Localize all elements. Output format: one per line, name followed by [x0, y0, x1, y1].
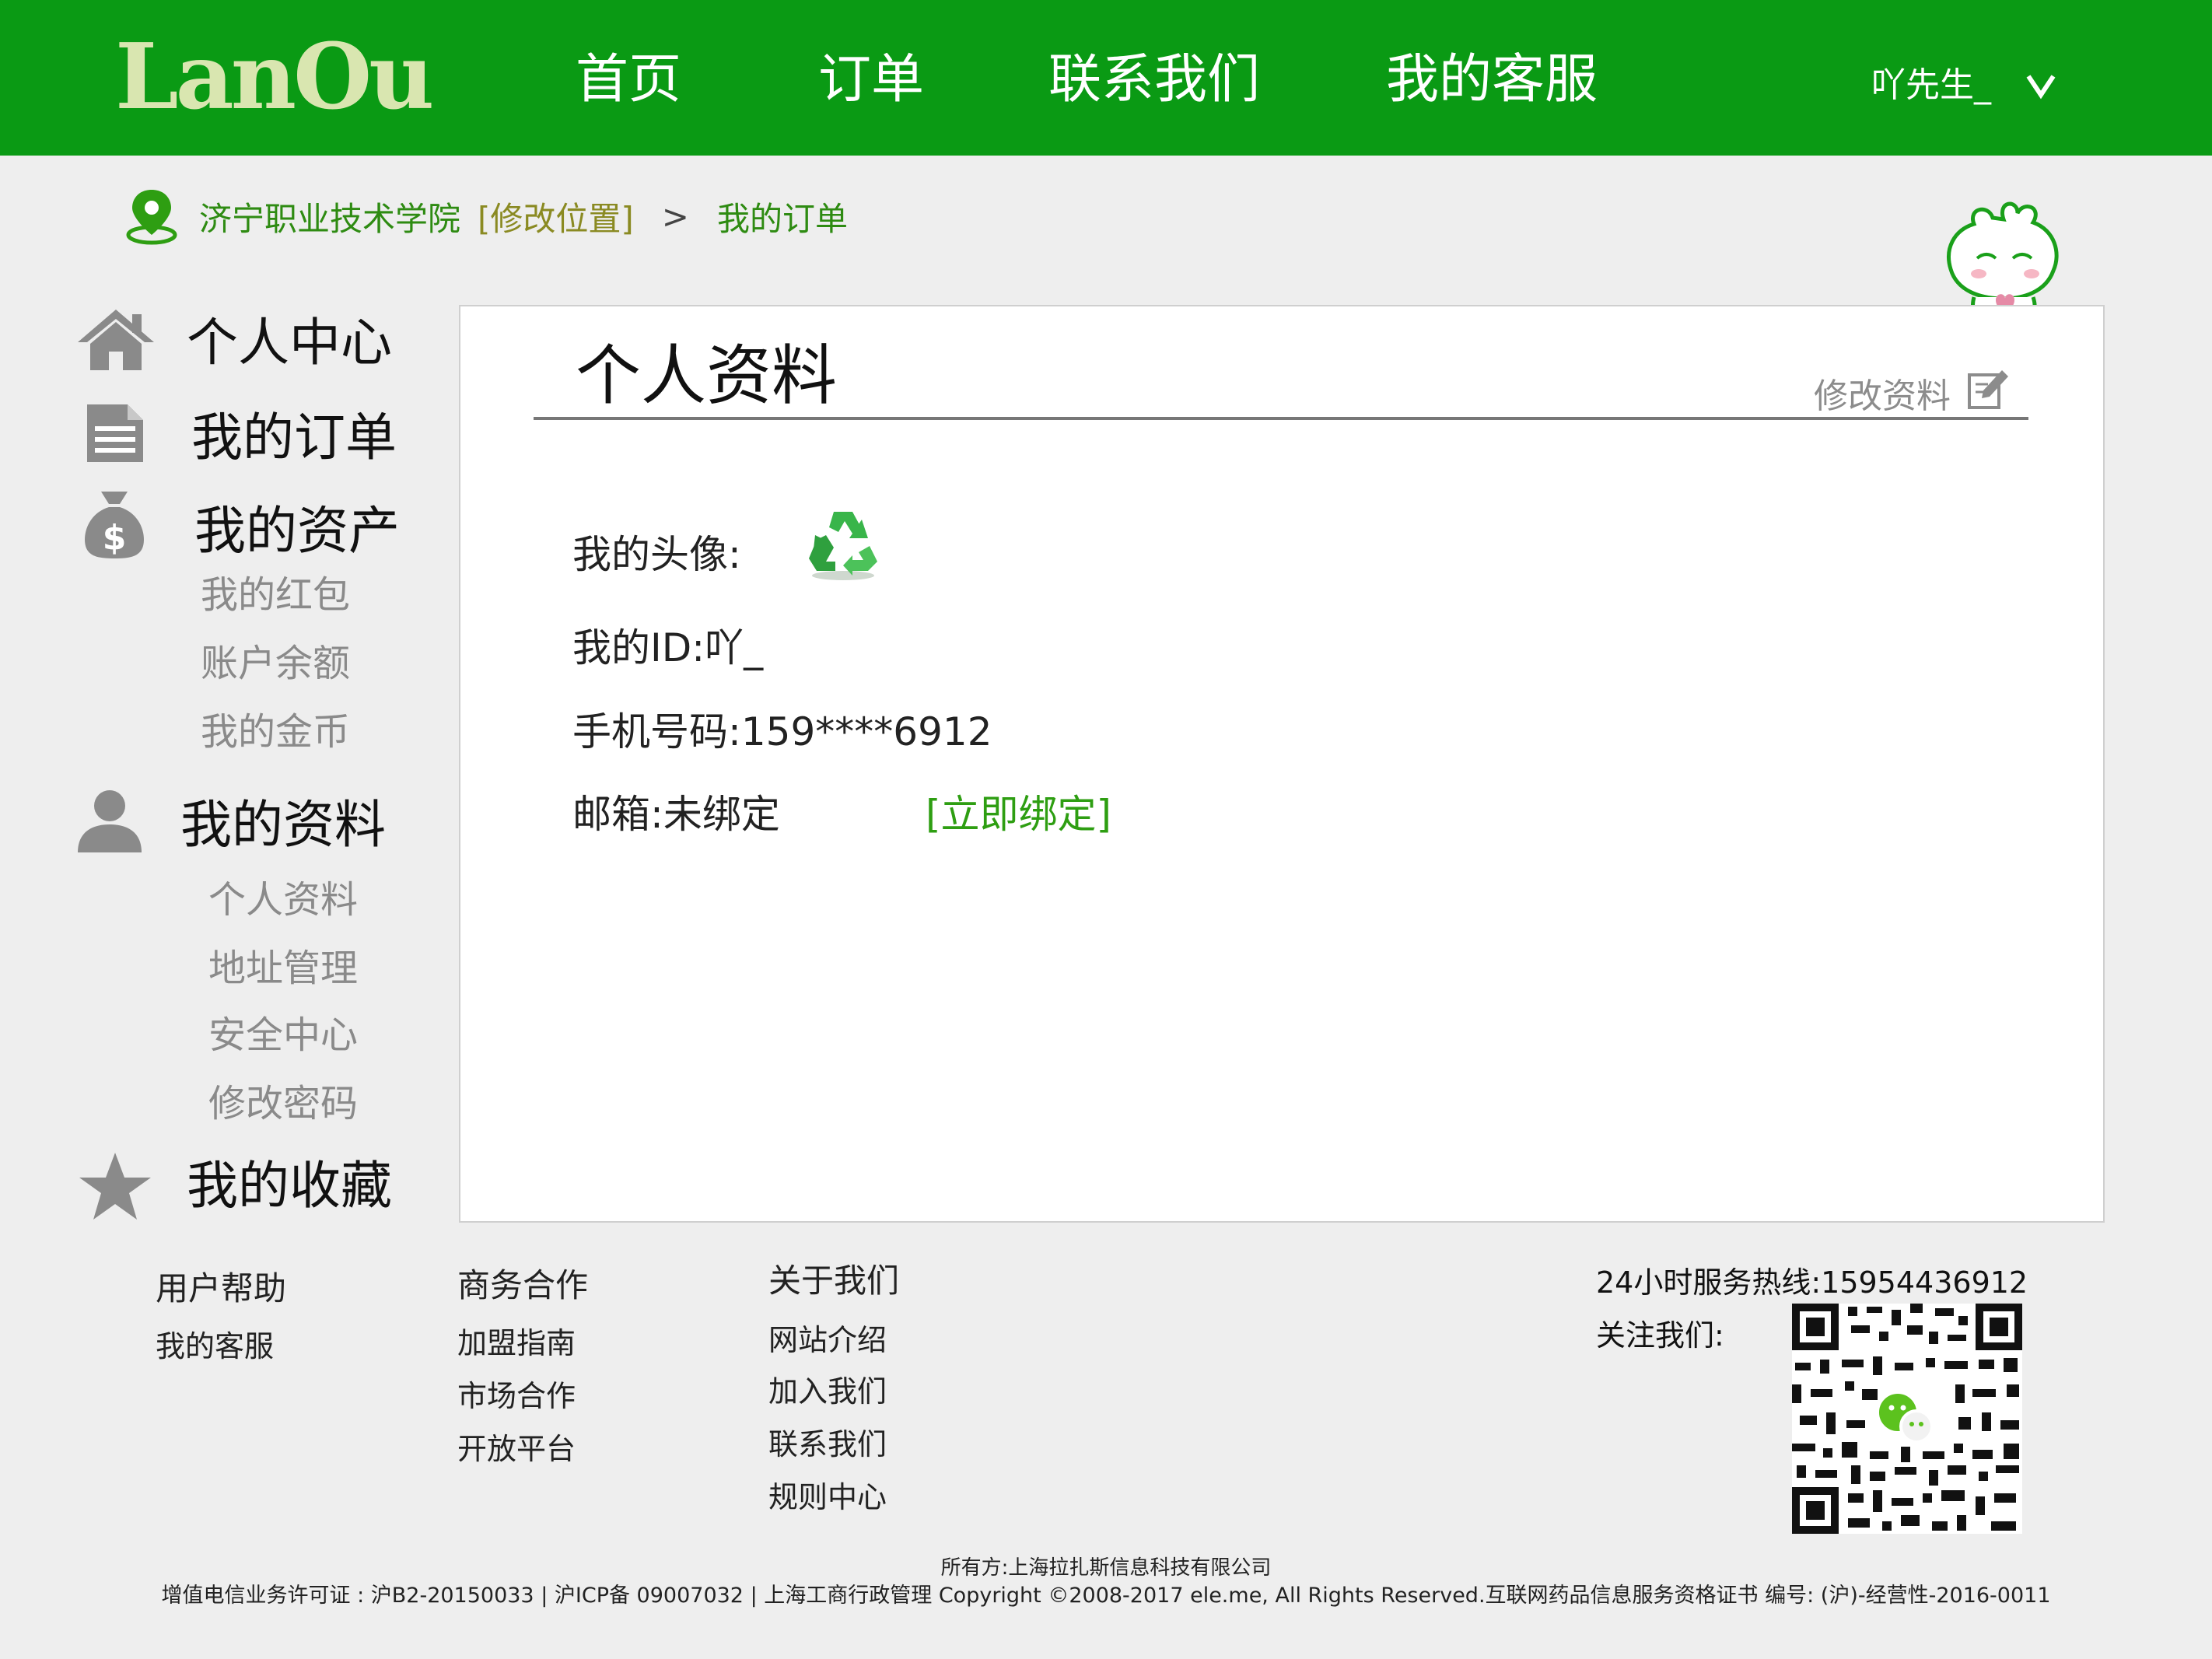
sidebar-my-assets[interactable]: 我的资产 — [194, 498, 400, 565]
user-id-label: 我的ID: — [572, 625, 705, 670]
house-icon — [76, 308, 156, 373]
footer-business-title: 商务合作 — [457, 1266, 589, 1304]
phone-label: 手机号码: — [572, 709, 741, 754]
phone-value: 159****6912 — [740, 709, 992, 754]
footer-link-market[interactable]: 市场合作 — [457, 1375, 576, 1417]
sidebar-item-security[interactable]: 安全中心 — [208, 1010, 358, 1061]
person-icon — [75, 789, 145, 856]
sidebar-my-profile[interactable]: 我的资料 — [180, 792, 386, 859]
qr-code-icon — [1792, 1304, 2022, 1537]
recycle-avatar-icon[interactable] — [804, 504, 884, 585]
footer-owner: 所有方:上海拉扎斯信息科技有限公司 — [940, 1556, 1272, 1580]
bind-email-link[interactable]: [立即绑定] — [926, 787, 1111, 842]
breadcrumb-current[interactable]: 我的订单 — [717, 193, 848, 240]
footer-link-franchise[interactable]: 加盟指南 — [457, 1322, 576, 1364]
footer-link-site-intro[interactable]: 网站介绍 — [768, 1319, 887, 1361]
title-divider — [534, 417, 2028, 420]
footer-link-join-us[interactable]: 加入我们 — [768, 1370, 887, 1412]
document-icon — [84, 403, 145, 467]
nav-home[interactable]: 首页 — [576, 45, 681, 115]
footer-about-title: 关于我们 — [768, 1262, 900, 1300]
email-label: 邮箱: — [572, 792, 663, 837]
footer-link-rules[interactable]: 规则中心 — [768, 1476, 887, 1518]
edit-location-link[interactable]: [修改位置] — [478, 193, 634, 240]
sidebar-item-balance[interactable]: 账户余额 — [201, 638, 350, 689]
chevron-down-icon[interactable] — [2025, 72, 2056, 103]
user-menu[interactable]: 吖先生_ — [1871, 62, 1991, 109]
sidebar-item-red-packets[interactable]: 我的红包 — [201, 569, 350, 621]
sidebar-item-address[interactable]: 地址管理 — [208, 943, 358, 994]
profile-panel — [459, 305, 2105, 1223]
sidebar-item-coins[interactable]: 我的金币 — [201, 706, 350, 758]
avatar-label: 我的头像: — [572, 532, 741, 577]
star-icon — [78, 1151, 152, 1226]
breadcrumb-location[interactable]: 济宁职业技术学院 — [199, 193, 460, 240]
email-field: 邮箱:未绑定 — [572, 787, 780, 842]
breadcrumb-separator: > — [661, 197, 689, 236]
logo[interactable]: LanOu — [115, 26, 434, 128]
user-id-field: 我的ID:吖_ — [572, 621, 763, 675]
nav-orders[interactable]: 订单 — [818, 45, 924, 115]
follow-us-label: 关注我们: — [1596, 1318, 1724, 1353]
sidebar-item-change-password[interactable]: 修改密码 — [208, 1078, 358, 1129]
location-pin-icon — [123, 187, 180, 246]
edit-icon[interactable] — [1966, 367, 2010, 414]
user-id-value: 吖_ — [705, 625, 764, 670]
footer-link-customer-service[interactable]: 我的客服 — [156, 1325, 274, 1367]
footer-legal: 增值电信业务许可证 : 沪B2-20150033 | 沪ICP备 0900703… — [161, 1584, 2051, 1608]
nav-customer-service[interactable]: 我的客服 — [1386, 45, 1598, 115]
service-hotline: 24小时服务热线:15954436912 — [1596, 1265, 2028, 1300]
sidebar-my-favorites[interactable]: 我的收藏 — [187, 1153, 392, 1220]
sidebar-personal-center[interactable]: 个人中心 — [187, 310, 392, 376]
money-bag-icon: $ — [81, 487, 148, 563]
svg-text:$: $ — [103, 518, 127, 558]
phone-field: 手机号码:159****6912 — [572, 705, 992, 759]
footer-link-contact[interactable]: 联系我们 — [768, 1423, 887, 1465]
sidebar-my-orders[interactable]: 我的订单 — [191, 404, 397, 471]
breadcrumb: 济宁职业技术学院 [修改位置] > 我的订单 — [123, 185, 848, 247]
nav-contact[interactable]: 联系我们 — [1048, 45, 1260, 115]
footer-help-title: 用户帮助 — [156, 1269, 287, 1307]
edit-profile-link[interactable]: 修改资料 — [1814, 373, 1951, 420]
sidebar-item-personal-info[interactable]: 个人资料 — [208, 874, 358, 926]
footer-link-open-platform[interactable]: 开放平台 — [457, 1428, 576, 1470]
page-title: 个人资料 — [576, 338, 838, 414]
email-value: 未绑定 — [663, 792, 780, 837]
